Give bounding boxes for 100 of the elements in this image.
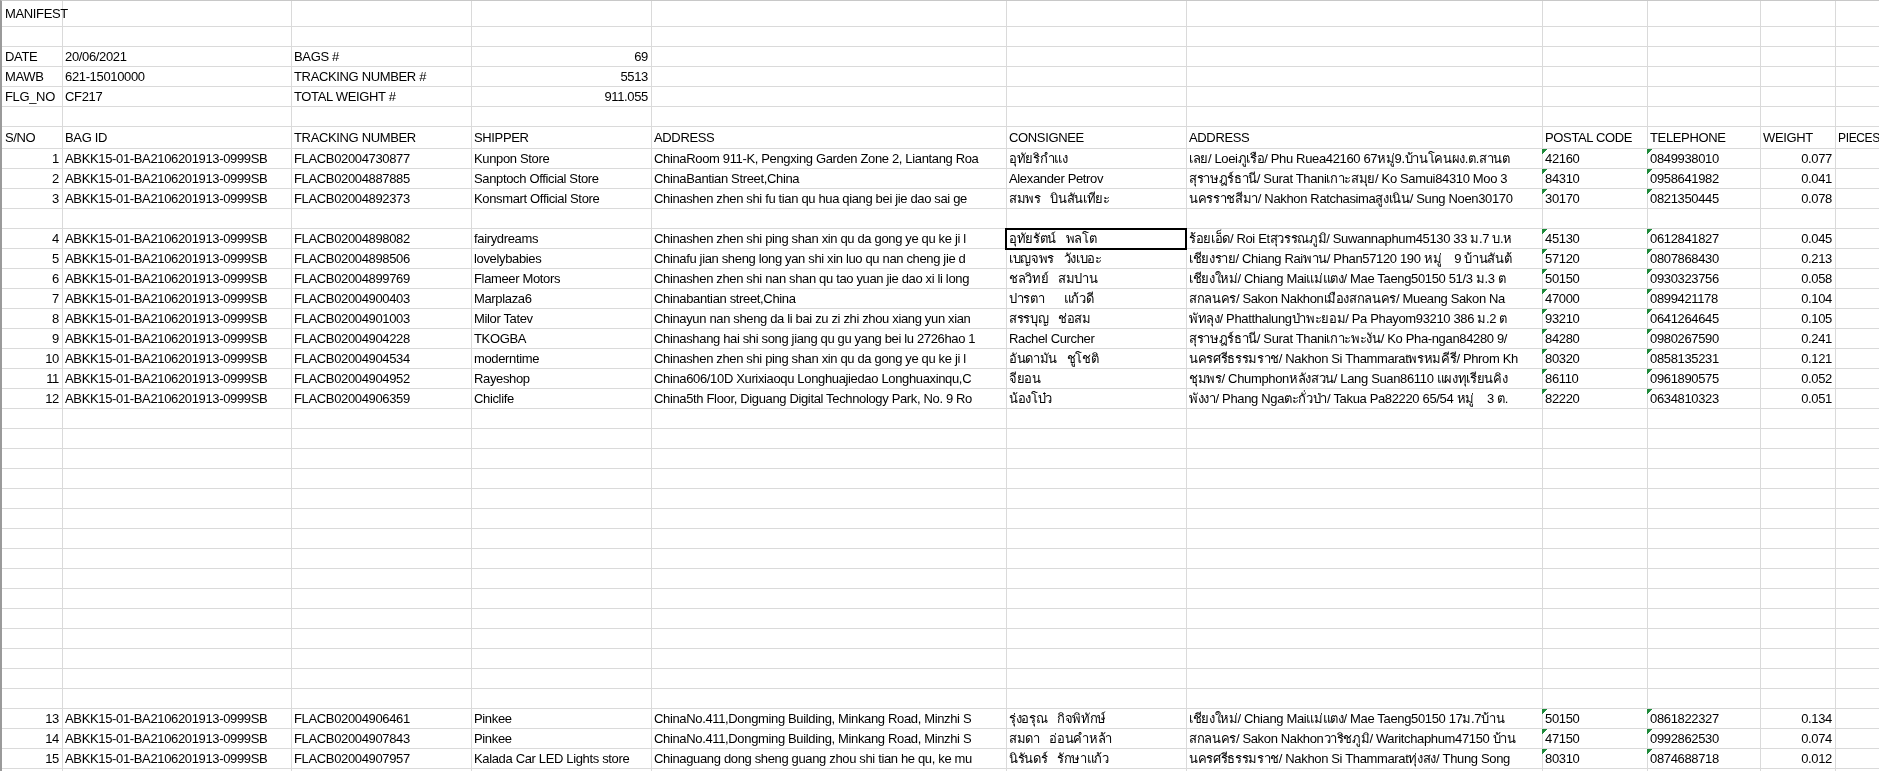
table-cell-text: สมพร บินสันเทียะ (1008, 190, 1111, 208)
table-cell: อุทัยรัตน์ พลโต (1006, 229, 1186, 249)
table-cell-text: Chiclife (473, 390, 515, 408)
table-cell-text: สกลนคร/ Sakon Nakhonเมืองสกลนคร/ Mueang Sakon Na (1188, 290, 1506, 308)
column-header: ADDRESS (653, 128, 716, 147)
table-cell-text: FLACB02004892373 (293, 190, 411, 208)
field-label: TRACKING NUMBER # (293, 68, 428, 86)
table-cell-text: ABKK15-01-BA2106201913-0999SB (64, 190, 269, 208)
table-cell-text: เลย/ Loeiภูเรือ/ Phu Ruea42160 67หมู่9.บ้านโคนผง.ต.สานต (1188, 150, 1511, 169)
table-cell-text: FLACB02004898082 (293, 230, 411, 248)
table-cell-text: FLACB02004904228 (293, 330, 411, 348)
table-cell-text: 0.077 (1800, 150, 1833, 168)
table-cell-text: พัทลุง/ Phatthalungป่าพะยอม/ Pa Phayom93210 386 ม.2 ต (1188, 310, 1509, 329)
table-cell-text: 0.078 (1800, 190, 1833, 208)
table-cell-text: ChinaRoom 911-K, Pengxing Garden Zone 2, Liantang Roa (653, 150, 980, 168)
table-cell-text: 0.241 (1800, 330, 1833, 348)
table-cell-text: FLACB02004887885 (293, 170, 411, 188)
table-cell-text: นครศรีธรรมราช/ Nakhon Si Thammaratทุ่งสง/ Thung Song (1188, 750, 1511, 769)
table-cell-text: 3 (51, 190, 60, 208)
table-cell-text: ABKK15-01-BA2106201913-0999SB (64, 310, 269, 328)
column-header: SHIPPER (473, 128, 530, 147)
table-cell-text: ChinaNo.411,Dongming Building, Minkang Road, Minzhi S (653, 710, 973, 728)
table-cell-text: นครราชสีมา/ Nakhon Ratchasimaสูงเนิน/ Sung Noen30170 (1188, 190, 1514, 209)
table-cell-text: TKOGBA (473, 330, 528, 348)
table-cell-text: 0.105 (1800, 310, 1833, 328)
table-cell-text: 7 (51, 290, 60, 308)
table-cell-text: Pinkee (473, 710, 513, 728)
table-cell-text: Chinayun nan sheng da li bai zu zi zhi zhou xiang yun xian (653, 310, 972, 328)
table-cell-text: FLACB02004906359 (293, 390, 411, 408)
table-cell-text: ABKK15-01-BA2106201913-0999SB (64, 750, 269, 768)
table-cell-text: Chinashen zhen shi ping shan xin qu da gong ye qu ke ji l (653, 230, 967, 248)
table-cell-text: 10 (44, 350, 60, 368)
table-cell-text: 9 (51, 330, 60, 348)
table-cell-text: เชียงใหม่/ Chiang Maiแม่แตง/ Mae Taeng50150 51/3 ม.3 ต (1188, 270, 1507, 288)
table-cell-text: lovelybabies (473, 250, 543, 268)
table-cell-text: FLACB02004904952 (293, 370, 411, 388)
table-cell-text: สรรบุญ ช่อสม (1008, 310, 1092, 329)
field-label: MAWB (4, 68, 45, 86)
table-cell-text: Chinashen zhen shi nan shan qu tao yuan jie dao xi li long (653, 270, 971, 288)
table-cell-text: ABKK15-01-BA2106201913-0999SB (64, 290, 269, 308)
table-cell-text: ABKK15-01-BA2106201913-0999SB (64, 250, 269, 268)
field-value: 69 (633, 48, 649, 66)
table-cell-text: ABKK15-01-BA2106201913-0999SB (64, 170, 269, 188)
table-cell-text: ABKK15-01-BA2106201913-0999SB (64, 710, 269, 728)
table-cell-text: 0.213 (1800, 250, 1833, 268)
table-cell-text: 0.052 (1800, 370, 1833, 388)
table-cell-text: Chinashen zhen shi ping shan xin qu da gong ye qu ke ji l (653, 350, 967, 368)
table-cell-text: 0.012 (1800, 750, 1833, 768)
table-cell-text: ChinaNo.411,Dongming Building, Minkang Road, Minzhi S (653, 730, 973, 748)
table-cell-text: ร้อยเอ็ด/ Roi Etสุวรรณภูมิ/ Suwannaphum45130 33 ม.7 บ.ห (1188, 229, 1513, 249)
table-cell-text: FLACB02004904534 (293, 350, 411, 368)
table-cell-text: 1 (51, 150, 60, 168)
table-cell-text: China5th Floor, Diguang Digital Technology Park, No. 9 Ro (653, 390, 973, 408)
table-cell-text: Chinashen zhen shi fu tian qu hua qiang bei jie dao sai ge (653, 190, 968, 208)
table-cell-text: 15 (44, 750, 60, 768)
table-cell-text: อุทัยริกำแง (1008, 150, 1069, 169)
table-cell-text: 0.051 (1800, 390, 1833, 408)
field-value: CF217 (64, 88, 104, 106)
table-cell-text: ABKK15-01-BA2106201913-0999SB (64, 230, 269, 248)
table-cell-text: จียอน (1008, 370, 1042, 388)
table-cell-text: ชุมพร/ Chumphonหลังสวน/ Lang Suan86110 แผงทุเรียนคิง (1188, 370, 1509, 389)
column-header: CONSIGNEE (1008, 128, 1085, 147)
table-cell-text: 0.134 (1800, 710, 1833, 728)
table-cell-text: ABKK15-01-BA2106201913-0999SB (64, 390, 269, 408)
field-label: DATE (4, 48, 39, 66)
table-cell-text: Chinabantian street,China (653, 290, 797, 308)
field-value: 621-15010000 (64, 68, 146, 86)
table-cell-text: Alexander Petrov (1008, 170, 1105, 188)
table-cell-text: FLACB02004730877 (293, 150, 411, 168)
table-cell-text: 0.104 (1800, 290, 1833, 308)
table-cell-text: นิรันดร์ รักษาแก้ว (1008, 750, 1110, 768)
table-cell-text: Sanptoch Official Store (473, 170, 600, 188)
table-cell-text: 0.074 (1800, 730, 1833, 748)
table-cell-text: 0.058 (1800, 270, 1833, 288)
table-cell-text: พังงา/ Phang Ngaตะกั่วป่า/ Takua Pa82220 65/54 หมู่ 3 ต. (1188, 389, 1509, 409)
table-cell-text: 6 (51, 270, 60, 288)
table-cell-text: Rachel Curcher (1008, 330, 1096, 348)
field-label: BAGS # (293, 48, 340, 66)
table-cell-text: ABKK15-01-BA2106201913-0999SB (64, 370, 269, 388)
table-cell-text: Flameer Motors (473, 270, 562, 288)
table-cell-text: ABKK15-01-BA2106201913-0999SB (64, 150, 269, 168)
table-cell-text: Marplaza6 (473, 290, 533, 308)
table-cell-text: Chinashang hai shi song jiang qu gu yang bei lu 2726hao 1 (653, 330, 977, 348)
table-cell-text: เบญจพร วังเบอะ (1008, 250, 1103, 268)
table-cell-text: Pinkee (473, 730, 513, 748)
table-cell-text: ABKK15-01-BA2106201913-0999SB (64, 350, 269, 368)
table-cell-text: 2 (51, 170, 60, 188)
table-cell-text: นครศรีธรรมราช/ Nakhon Si Thammaratพรหมคีรี/ Phrom Kh (1188, 350, 1519, 368)
table-cell-text: moderntime (473, 350, 541, 368)
table-cell-text: 0.045 (1800, 230, 1833, 248)
table-cell-text: สุราษฎร์ธานี/ Surat Thaniเกาะสมุย/ Ko Samui84310 Moo 3 (1188, 170, 1509, 189)
table-cell-text: ชลวิทย์ สมปาน (1008, 270, 1099, 288)
table-cell-text: FLACB02004901003 (293, 310, 411, 328)
table-cell-text: Chinafu jian sheng long yan shi xin luo qu nan cheng jie d (653, 250, 967, 268)
column-header: PIECES (1837, 129, 1879, 147)
table-cell-text: สุราษฎร์ธานี/ Surat Thaniเกาะพะงัน/ Ko Pha-ngan84280 9/ (1188, 330, 1509, 349)
table-cell-text: FLACB02004898506 (293, 250, 411, 268)
field-value: 5513 (619, 68, 649, 86)
table-cell-text: 0.121 (1800, 350, 1833, 368)
column-header: BAG ID (64, 128, 108, 147)
